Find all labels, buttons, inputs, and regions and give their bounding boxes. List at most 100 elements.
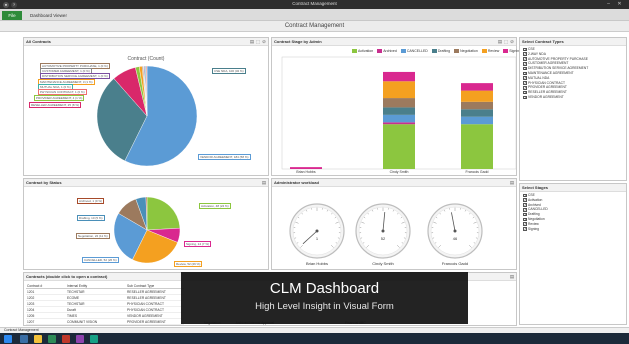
start-icon[interactable]	[4, 334, 12, 343]
checkbox[interactable]: ✓	[523, 193, 527, 197]
checkbox[interactable]: ✓	[523, 198, 527, 202]
checkbox[interactable]: ✓	[523, 212, 527, 216]
export-icon[interactable]: ▤	[509, 274, 515, 280]
window-title-bar: ● ? Contract Management – ✕	[0, 0, 629, 9]
app-title-bar: Contract Management	[0, 21, 629, 32]
checkbox[interactable]: ✓	[523, 62, 527, 66]
promo-overlay: CLM Dashboard High Level Insight in Visu…	[181, 272, 468, 324]
excel-icon[interactable]	[48, 334, 56, 343]
window-title: Contract Management	[292, 1, 337, 6]
checkbox[interactable]: ✓	[523, 47, 527, 51]
table-cell: 1207	[26, 318, 66, 325]
app-icon[interactable]	[76, 334, 84, 343]
taskbar	[0, 333, 629, 344]
tab-dashboard-viewer[interactable]: Dashboard Viewer	[26, 11, 71, 20]
gauge-label: Francois Gadd	[442, 261, 468, 266]
checkbox[interactable]: ✓	[523, 86, 527, 90]
bar-segment	[383, 114, 415, 123]
checkbox[interactable]: ✓	[523, 217, 527, 221]
pie-label: Signing, 14 (7 %)	[184, 241, 212, 247]
panel-title: Contracts (double click to open a contra…	[26, 274, 108, 279]
checkbox[interactable]: ✓	[523, 71, 527, 75]
bar-segment	[383, 122, 415, 125]
all-contracts-panel: All Contracts ▤ ⬚ ⊘ Contract (Count) AUT…	[23, 37, 269, 176]
pie-slice	[146, 196, 181, 231]
checkbox[interactable]: ✓	[523, 227, 527, 231]
bar-segment	[461, 116, 493, 125]
gauge-value: 46	[453, 236, 458, 241]
gauge-hub	[381, 229, 385, 233]
gauge-label: Brian Hobbs	[306, 261, 328, 266]
checkbox[interactable]: ✓	[523, 81, 527, 85]
gauge-hub	[453, 229, 457, 233]
contract-types-list: ✓ CSE ✓ 2-WAY NDA ✓ AUTOMOTIVE PROPERTY PURCH…	[523, 47, 588, 100]
gauge-label: Cindy Smith	[372, 261, 394, 266]
table-cell: COMMUNIT VISION	[66, 318, 126, 325]
ribbon: File Dashboard Viewer	[0, 9, 629, 21]
table-cell: PROVIDER AGREEMENT	[126, 318, 184, 325]
table-row[interactable]: 1207 COMMUNIT VISION PROVIDER AGREEMENT	[26, 318, 184, 325]
pie-label: CSE NDA, 100 (32 %)	[212, 68, 246, 74]
status-pie	[113, 196, 181, 264]
x-tick-label: Francois Gadd	[466, 170, 489, 174]
bar-segment	[461, 101, 493, 110]
checkbox[interactable]: ✓	[523, 222, 527, 226]
gauge-hub	[315, 229, 319, 233]
workload-gauges: 1Brian Hobbs52Cindy Smith46Francois Gadd	[289, 203, 483, 266]
checkbox[interactable]: ✓	[523, 57, 527, 61]
checkbox[interactable]: ✓	[523, 208, 527, 212]
close-button[interactable]: ✕	[616, 1, 623, 8]
checkbox[interactable]: ✓	[523, 203, 527, 207]
admin-workload-panel: Administrator workload ▤ 1 Brian Hobbs 52 C…	[271, 178, 517, 270]
stage-by-admin-bar-chart: Brian Hobbs Cindy Smith Francois Gadd	[281, 56, 517, 174]
gauge-value: 52	[381, 236, 386, 241]
file-tab[interactable]: File	[2, 11, 22, 20]
app-icon[interactable]	[62, 334, 70, 343]
bar-segment	[383, 98, 415, 108]
panel-header: Select Stages	[520, 184, 626, 192]
ie-icon[interactable]	[20, 334, 28, 343]
bar-segment	[461, 124, 493, 169]
pie-label: Activation, 48 (24 %)	[199, 203, 231, 209]
overlay-heading: CLM Dashboard	[269, 280, 380, 297]
checkbox[interactable]: ✓	[523, 52, 527, 56]
contracts-table: Contract # Internal Entity Sub Contract …	[26, 283, 184, 325]
bar-segment	[461, 83, 493, 91]
contract-status-panel: Contract by Status ▤ Archived, 1 (0 %) Dr…	[23, 178, 269, 270]
checkbox[interactable]: ✓	[523, 90, 527, 94]
panel-header: Select Contract Types	[520, 38, 626, 46]
x-tick-label: Brian Hobbs	[296, 170, 316, 174]
pie-label: Review, 52 (26 %)	[174, 261, 203, 267]
stages-panel: Select Stages ✓ CSE ✓ Activation ✓ Archived ✓ C…	[519, 183, 627, 325]
folder-icon[interactable]	[34, 334, 42, 343]
x-tick-label: Cindy Smith	[390, 170, 409, 174]
panel-title: Select Contract Types	[522, 39, 564, 44]
pie-label: Archived, 1 (0 %)	[77, 198, 105, 204]
bar-segment	[461, 90, 493, 102]
checkbox-label: Signing	[528, 226, 539, 231]
panel-title: Select Stages	[522, 185, 549, 190]
stages-list: ✓ CSE ✓ Activation ✓ Archived ✓ CANCELLED ✓ Draft…	[523, 193, 548, 231]
bar-segment	[383, 81, 415, 99]
app-icon[interactable]	[90, 334, 98, 343]
checkbox[interactable]: ✓	[523, 95, 527, 99]
pie-label: PROVIDER AGREEMENT, 4 (1 %)	[34, 95, 85, 101]
overlay-subheading: High Level Insight in Visual Form	[255, 301, 394, 312]
bar-segment	[383, 107, 415, 115]
pie-label: RESELLER AGREEMENT, 25 (8 %)	[29, 102, 82, 108]
contract-types-panel: Select Contract Types ✓ CSE ✓ 2-WAY NDA ✓ AUT…	[519, 37, 627, 181]
checkbox-label: VENDOR AGREEMENT	[528, 94, 564, 99]
checkbox-item[interactable]: ✓ Signing	[523, 227, 548, 232]
contract-stage-panel: Contract Stage by Admin ▤ ⬚ ⊘ Activation…	[271, 37, 521, 176]
checkbox[interactable]: ✓	[523, 76, 527, 80]
checkbox[interactable]: ✓	[523, 66, 527, 70]
app-title: Contract Management	[284, 23, 345, 29]
bar-segment	[290, 167, 322, 169]
pie-label: Negotiation, 22 (11 %)	[76, 233, 110, 239]
bar-segment	[461, 109, 493, 117]
pie-label: VENDOR AGREEMENT, 184 (58 %)	[198, 154, 251, 160]
pie-label: CANCELLED, 52 (26 %)	[82, 257, 119, 263]
checkbox-item[interactable]: ✓ VENDOR AGREEMENT	[523, 95, 588, 100]
bar-segment	[383, 124, 415, 169]
minimize-button[interactable]: –	[605, 1, 612, 8]
